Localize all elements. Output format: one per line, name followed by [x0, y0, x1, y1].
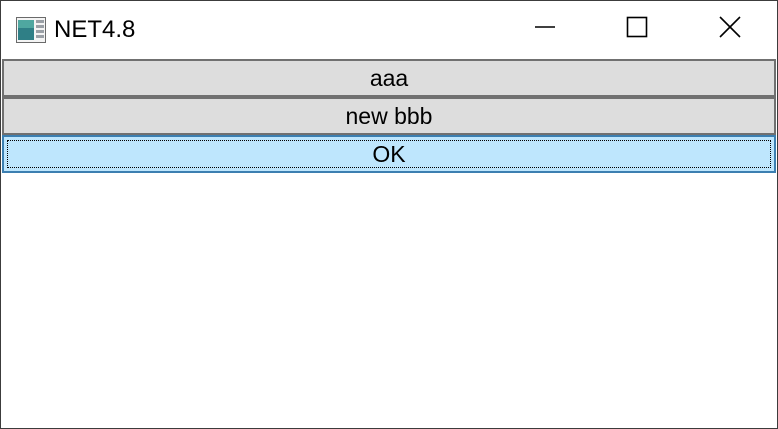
- maximize-icon: [626, 16, 648, 43]
- new-bbb-button-label: new bbb: [345, 102, 433, 129]
- app-window-icon: [16, 17, 46, 43]
- minimize-icon: [534, 16, 556, 43]
- close-button[interactable]: [684, 1, 776, 58]
- title-bar[interactable]: NET4.8: [1, 1, 777, 58]
- aaa-button[interactable]: aaa: [2, 59, 776, 97]
- ok-button-label: OK: [372, 140, 406, 167]
- new-bbb-button[interactable]: new bbb: [2, 97, 776, 135]
- close-icon: [719, 16, 741, 43]
- maximize-button[interactable]: [591, 1, 683, 58]
- ok-button[interactable]: OK: [2, 135, 776, 173]
- app-window: NET4.8 aaa new bbb OK: [0, 0, 778, 429]
- window-title: NET4.8: [54, 16, 136, 43]
- minimize-button[interactable]: [499, 1, 591, 58]
- window-content: aaa new bbb OK: [1, 58, 777, 428]
- aaa-button-label: aaa: [369, 64, 409, 91]
